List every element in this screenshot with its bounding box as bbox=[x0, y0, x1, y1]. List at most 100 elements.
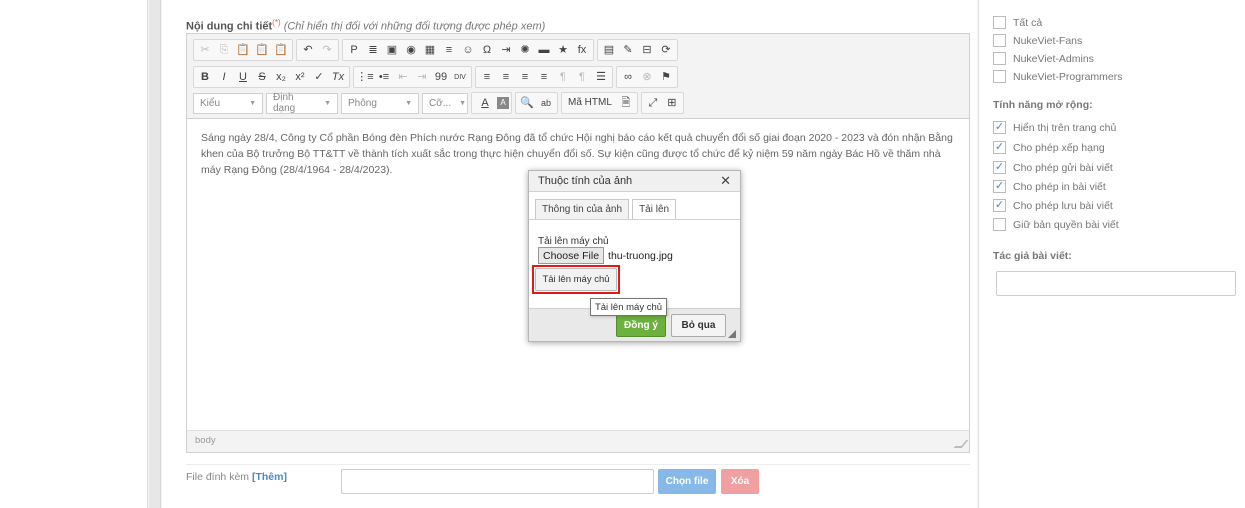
delete-file-button[interactable]: Xóa bbox=[721, 469, 759, 494]
checkbox-icon[interactable] bbox=[993, 218, 1006, 231]
resize-handle-icon[interactable] bbox=[728, 330, 736, 338]
rtl-icon[interactable]: ¶ bbox=[573, 68, 591, 86]
text-color-icon[interactable]: A bbox=[474, 94, 496, 112]
edit-icon[interactable]: ✎ bbox=[619, 41, 637, 59]
ltr-icon[interactable]: ¶ bbox=[554, 68, 572, 86]
element-path[interactable]: body bbox=[195, 435, 216, 446]
horizontal-line-icon[interactable]: ≡ bbox=[440, 41, 458, 59]
content-section-title: Nội dung chi tiết(*) (Chỉ hiển thị đối v… bbox=[186, 18, 545, 33]
image-icon[interactable]: ▣ bbox=[383, 41, 401, 59]
align-left-icon[interactable]: ≡ bbox=[478, 68, 496, 86]
check-icon[interactable]: ✓ bbox=[993, 121, 1006, 134]
size-select[interactable]: Cỡ... ▼ bbox=[422, 92, 468, 114]
group-checkbox-fans[interactable]: NukeViet-Fans bbox=[993, 34, 1082, 47]
subscript-icon[interactable]: x₂ bbox=[272, 68, 290, 86]
page-break-icon[interactable]: ⇥ bbox=[497, 41, 515, 59]
resize-handle-icon[interactable] bbox=[953, 440, 969, 448]
strikethrough-icon[interactable]: S bbox=[253, 68, 271, 86]
unlink-icon[interactable]: ⊗ bbox=[638, 68, 656, 86]
underline-icon[interactable]: U bbox=[234, 68, 252, 86]
checkbox-icon[interactable] bbox=[993, 16, 1006, 29]
spellcheck-icon[interactable]: ✓ bbox=[310, 68, 328, 86]
upload-to-server-button[interactable]: Tải lên máy chủ bbox=[535, 268, 617, 291]
redo-icon[interactable]: ↷ bbox=[318, 41, 336, 59]
feature-checkbox-save[interactable]: ✓ Cho phép lưu bài viết bbox=[993, 199, 1113, 212]
flash-icon[interactable]: ◉ bbox=[402, 41, 420, 59]
remove-format-icon[interactable]: Tx bbox=[329, 68, 347, 86]
group-checkbox-all[interactable]: Tất cả bbox=[993, 16, 1042, 29]
feature-checkbox-rating[interactable]: ✓ Cho phép xếp hạng bbox=[993, 141, 1105, 154]
feature-checkbox-copyright[interactable]: Giữ bản quyền bài viết bbox=[993, 218, 1119, 231]
author-input[interactable] bbox=[996, 271, 1236, 296]
video-icon[interactable]: ▬ bbox=[535, 41, 553, 59]
replace-icon[interactable]: ab bbox=[537, 94, 555, 112]
source-button[interactable]: Mã HTML bbox=[564, 94, 616, 112]
bold-icon[interactable]: B bbox=[196, 68, 214, 86]
paste-icon[interactable]: 📋 bbox=[234, 41, 252, 59]
bg-color-icon[interactable]: A bbox=[497, 97, 509, 109]
align-right-icon[interactable]: ≡ bbox=[516, 68, 534, 86]
close-icon[interactable]: ✕ bbox=[720, 173, 731, 189]
formula-icon[interactable]: fx bbox=[573, 41, 591, 59]
cut-icon[interactable]: ✂ bbox=[196, 41, 214, 59]
group-checkbox-programmers[interactable]: NukeViet-Programmers bbox=[993, 70, 1123, 83]
checkbox-icon[interactable] bbox=[993, 34, 1006, 47]
form-icon[interactable]: ⊟ bbox=[638, 41, 656, 59]
paste-word-icon[interactable]: 📋 bbox=[272, 41, 290, 59]
iframe-icon[interactable]: ✺ bbox=[516, 41, 534, 59]
tab-upload[interactable]: Tải lên bbox=[632, 199, 677, 219]
paragraph-icon[interactable]: P bbox=[345, 41, 363, 59]
cancel-button[interactable]: Bỏ qua bbox=[671, 314, 726, 337]
choose-file-button[interactable]: Choose File bbox=[538, 247, 605, 264]
checkbox-icon[interactable] bbox=[993, 70, 1006, 83]
feature-checkbox-print[interactable]: ✓ Cho phép in bài viết bbox=[993, 180, 1106, 193]
anchor-icon[interactable]: ⚑ bbox=[657, 68, 675, 86]
special-char-icon[interactable]: Ω bbox=[478, 41, 496, 59]
show-blocks-icon[interactable]: ⊞ bbox=[663, 94, 681, 112]
dialog-header[interactable]: Thuộc tính của ảnh ✕ bbox=[529, 171, 740, 192]
choose-file-button[interactable]: Chọn file bbox=[658, 469, 716, 494]
italic-icon[interactable]: I bbox=[215, 68, 233, 86]
toolbar-row-1: ✂ ⎘ 📋 📋 📋 ↶ ↷ P ≣ ▣ ◉ ▦ ≡ ☺ Ω ⇥ ✺ ▬ ★ fx… bbox=[193, 39, 678, 61]
div-container-icon[interactable]: DIV bbox=[451, 68, 469, 86]
undo-icon[interactable]: ↶ bbox=[299, 41, 317, 59]
link-group: ∞ ⊗ ⚑ bbox=[616, 66, 678, 88]
find-icon[interactable]: 🔍 bbox=[518, 94, 536, 112]
smiley-icon[interactable]: ☺ bbox=[459, 41, 477, 59]
superscript-icon[interactable]: x² bbox=[291, 68, 309, 86]
table-icon[interactable]: ▦ bbox=[421, 41, 439, 59]
gallery-icon[interactable]: ▤ bbox=[600, 41, 618, 59]
paste-text-icon[interactable]: 📋 bbox=[253, 41, 271, 59]
refresh-icon[interactable]: ⟳ bbox=[657, 41, 675, 59]
bullet-list-icon[interactable]: •≡ bbox=[375, 68, 393, 86]
group-checkbox-admins[interactable]: NukeViet-Admins bbox=[993, 52, 1094, 65]
ok-button[interactable]: Đồng ý bbox=[616, 314, 666, 337]
check-icon[interactable]: ✓ bbox=[993, 180, 1006, 193]
style-select[interactable]: Kiểu ▼ bbox=[193, 92, 263, 114]
maximize-icon[interactable]: ⤢ bbox=[644, 94, 662, 112]
language-icon[interactable]: ☰ bbox=[592, 68, 610, 86]
format-select[interactable]: Định dạng ▼ bbox=[266, 92, 338, 114]
attachment-input[interactable] bbox=[341, 469, 654, 494]
attachment-label: File đính kèm [Thêm] bbox=[186, 471, 287, 483]
align-center-icon[interactable]: ≡ bbox=[497, 68, 515, 86]
check-icon[interactable]: ✓ bbox=[993, 161, 1006, 174]
feature-checkbox-homepage[interactable]: ✓ Hiển thị trên trang chủ bbox=[993, 121, 1116, 134]
numbered-list-icon[interactable]: ⋮≡ bbox=[356, 68, 374, 86]
copy-icon[interactable]: ⎘ bbox=[215, 41, 233, 59]
check-icon[interactable]: ✓ bbox=[993, 141, 1006, 154]
checkbox-icon[interactable] bbox=[993, 52, 1006, 65]
add-attachment-link[interactable]: [Thêm] bbox=[252, 471, 287, 483]
align-justify-icon[interactable]: ≡ bbox=[535, 68, 553, 86]
font-select[interactable]: Phông ▼ bbox=[341, 92, 419, 114]
link-icon[interactable]: ∞ bbox=[619, 68, 637, 86]
outdent-icon[interactable]: ⇤ bbox=[394, 68, 412, 86]
blockquote-icon[interactable]: 99 bbox=[432, 68, 450, 86]
check-icon[interactable]: ✓ bbox=[993, 199, 1006, 212]
feature-checkbox-send[interactable]: ✓ Cho phép gửi bài viết bbox=[993, 161, 1113, 174]
template-icon[interactable]: ≣ bbox=[364, 41, 382, 59]
indent-icon[interactable]: ⇥ bbox=[413, 68, 431, 86]
tab-image-info[interactable]: Thông tin của ảnh bbox=[535, 199, 630, 219]
highlight-icon[interactable]: ★ bbox=[554, 41, 572, 59]
document-icon[interactable]: 🗎 bbox=[617, 94, 635, 112]
